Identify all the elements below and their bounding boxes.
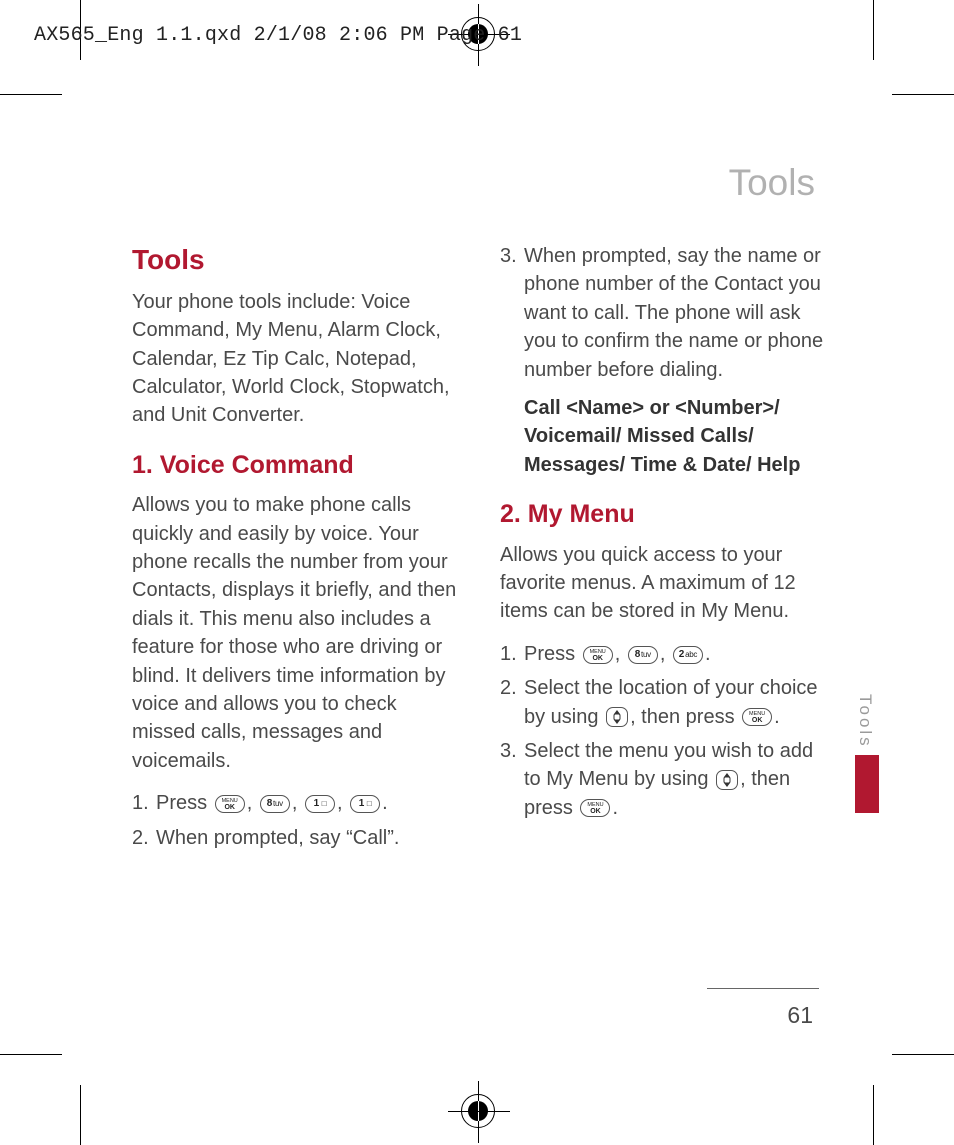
key-nav-icon: [606, 707, 628, 727]
mm-step-1: 1. Press , 8tuv, 2abc.: [500, 640, 828, 668]
crop-mark: [80, 1085, 81, 1145]
step-body: Select the location of your choice by us…: [524, 674, 828, 731]
section-title-my-menu: 2. My Menu: [500, 497, 828, 533]
step-number: 1.: [500, 640, 524, 668]
registration-mark-bottom: [461, 1094, 495, 1128]
key-2-icon: 2abc: [673, 646, 703, 664]
side-tab-bar: [855, 755, 879, 813]
side-tab-label: Tools: [855, 694, 875, 749]
step-body: When prompted, say the name or phone num…: [524, 242, 828, 384]
key-menu-ok-icon: [215, 795, 245, 813]
vc-step-2: 2. When prompted, say “Call”.: [132, 824, 460, 852]
intro-paragraph: Your phone tools include: Voice Command,…: [132, 288, 460, 430]
step-body: Select the menu you wish to add to My Me…: [524, 737, 828, 822]
crop-mark: [873, 0, 874, 60]
key-menu-ok-icon: [742, 708, 772, 726]
page-number: 61: [787, 1002, 813, 1029]
vc-step-3: 3. When prompted, say the name or phone …: [500, 242, 828, 384]
key-8-icon: 8tuv: [260, 795, 290, 813]
column-right: 3. When prompted, say the name or phone …: [500, 240, 828, 858]
key-1-icon: 1 □: [305, 795, 335, 813]
step-number: 2.: [132, 824, 156, 852]
step-number: 1.: [132, 789, 156, 817]
section-title-tools: Tools: [132, 240, 460, 280]
my-menu-body: Allows you quick access to your favorite…: [500, 541, 828, 626]
step-number: 2.: [500, 674, 524, 731]
footer-rule: [707, 988, 819, 989]
file-slug: AX565_Eng 1.1.qxd 2/1/08 2:06 PM Page 61: [34, 24, 522, 47]
crop-mark: [873, 1085, 874, 1145]
mm-step-3: 3. Select the menu you wish to add to My…: [500, 737, 828, 822]
key-menu-ok-icon: [583, 646, 613, 664]
step-body: Press , 8tuv, 1 □, 1 □.: [156, 789, 460, 817]
step-text: , then press: [630, 706, 740, 728]
step-number: 3.: [500, 242, 524, 384]
side-tab: Tools: [851, 694, 879, 813]
step-body: Press , 8tuv, 2abc.: [524, 640, 828, 668]
mm-step-2: 2. Select the location of your choice by…: [500, 674, 828, 731]
section-title-voice-command: 1. Voice Command: [132, 448, 460, 484]
voice-command-body: Allows you to make phone calls quickly a…: [132, 491, 460, 775]
step-text: Press: [156, 792, 213, 814]
vc-step-1: 1. Press , 8tuv, 1 □, 1 □.: [132, 789, 460, 817]
crop-mark: [892, 94, 954, 95]
key-nav-icon: [716, 770, 738, 790]
voice-command-list: Call <Name> or <Number>/ Voicemail/ Miss…: [524, 394, 828, 479]
key-8-icon: 8tuv: [628, 646, 658, 664]
step-text: Press: [524, 643, 581, 665]
step-number: 3.: [500, 737, 524, 822]
column-left: Tools Your phone tools include: Voice Co…: [132, 240, 460, 858]
page-frame: Tools Tools Your phone tools include: Vo…: [78, 72, 879, 1075]
key-menu-ok-icon: [580, 799, 610, 817]
crop-mark: [892, 1054, 954, 1055]
crop-mark: [0, 94, 62, 95]
content-columns: Tools Your phone tools include: Voice Co…: [132, 240, 832, 858]
crop-mark: [0, 1054, 62, 1055]
step-body: When prompted, say “Call”.: [156, 824, 460, 852]
key-1-icon: 1 □: [350, 795, 380, 813]
running-head: Tools: [729, 162, 815, 204]
